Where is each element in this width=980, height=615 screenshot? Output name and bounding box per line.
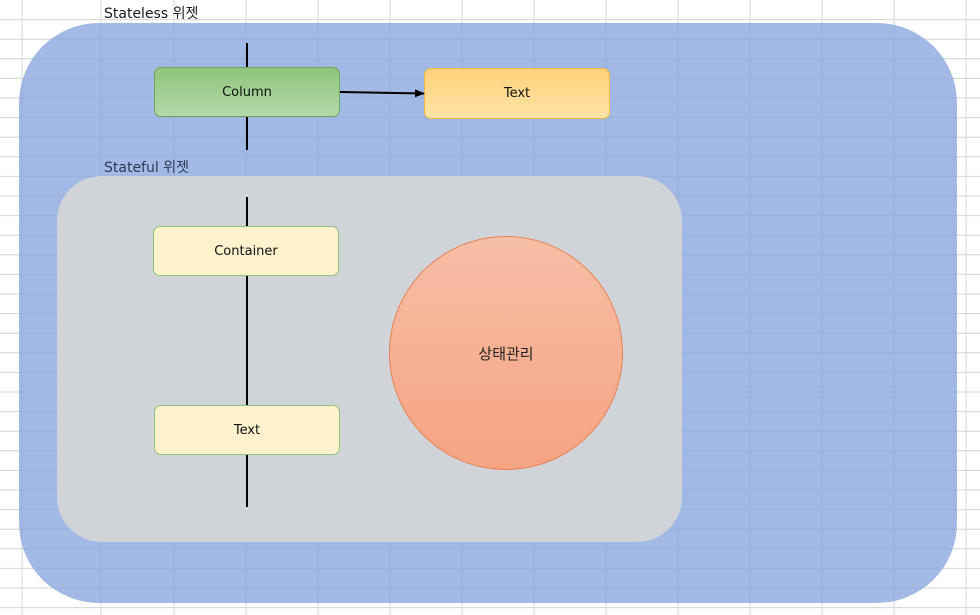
- container-node[interactable]: Container: [153, 226, 339, 276]
- stateful-widget-label: Stateful 위젯: [104, 160, 189, 176]
- text-node-top-label: Text: [503, 86, 531, 101]
- state-management-circle[interactable]: 상태관리: [389, 236, 623, 470]
- container-connector-top: [246, 197, 248, 226]
- column-connector-bottom: [246, 117, 248, 150]
- container-node-label: Container: [214, 243, 278, 259]
- column-node[interactable]: Column: [154, 67, 340, 117]
- column-node-label: Column: [222, 84, 272, 100]
- container-text-connector: [246, 276, 248, 405]
- column-connector-top: [246, 43, 248, 67]
- state-management-label: 상태관리: [478, 344, 534, 363]
- text-node-bottom[interactable]: Text: [154, 405, 340, 455]
- text-node-top[interactable]: Text: [424, 68, 610, 119]
- stateless-widget-label: Stateless 위젯: [104, 6, 199, 22]
- text-node-bottom-label: Text: [233, 422, 261, 438]
- text-connector-bottom: [246, 455, 248, 507]
